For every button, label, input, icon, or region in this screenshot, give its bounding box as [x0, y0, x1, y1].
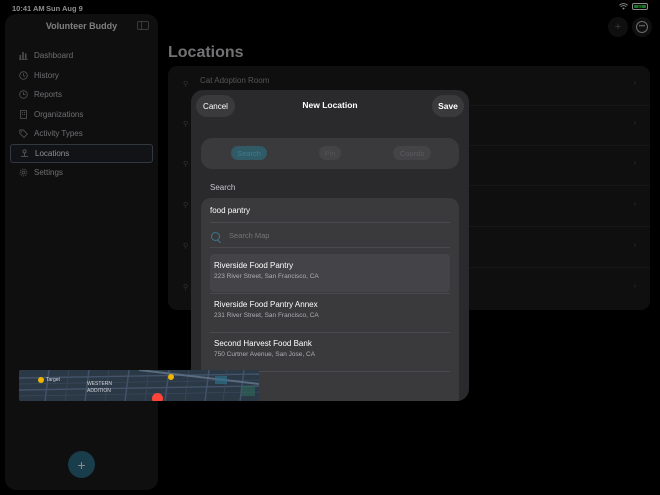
segment-pin[interactable]: Pin	[319, 146, 341, 160]
map-search-bar[interactable]	[210, 228, 450, 246]
map-label-target: Target	[46, 377, 60, 383]
save-button[interactable]: Save	[432, 95, 464, 117]
target-store-icon	[38, 377, 44, 383]
sheet-title: New Location	[302, 100, 358, 110]
list-item[interactable]: Second Harvest Food Bank 750 Curtner Ave…	[210, 332, 450, 370]
result-address: 750 Curtner Avenue, San Jose, CA	[214, 351, 316, 358]
result-name: Riverside Food Pantry	[214, 261, 294, 270]
map-streets	[19, 370, 259, 401]
map-label-addition: ADDITION	[87, 388, 111, 394]
map-label-western: WESTERN	[87, 381, 112, 387]
segment-coords[interactable]: Coords	[393, 146, 431, 160]
list-item[interactable]: Riverside Food Pantry Annex 231 River St…	[210, 293, 450, 331]
result-address: 223 River Street, San Francisco, CA	[214, 273, 319, 280]
new-location-sheet: Cancel New Location Save Search Pin Coor…	[191, 90, 469, 401]
map-pin-icon	[152, 393, 163, 401]
result-name: Second Harvest Food Bank	[214, 339, 312, 348]
map-search-input[interactable]	[229, 231, 409, 240]
map-preview[interactable]: Target WESTERN ADDITION	[19, 370, 259, 401]
divider	[210, 222, 450, 223]
result-name: Riverside Food Pantry Annex	[214, 300, 318, 309]
poi-icon	[168, 374, 174, 380]
search-icon	[211, 232, 220, 241]
segment-search[interactable]: Search	[231, 146, 267, 160]
query-field[interactable]: food pantry	[210, 206, 250, 215]
result-address: 231 River Street, San Francisco, CA	[214, 312, 319, 319]
section-label: Search	[210, 183, 236, 192]
divider	[210, 247, 450, 248]
location-mode-picker: Search Pin Coords	[201, 138, 459, 169]
list-item[interactable]: Riverside Food Pantry 223 River Street, …	[210, 254, 450, 292]
